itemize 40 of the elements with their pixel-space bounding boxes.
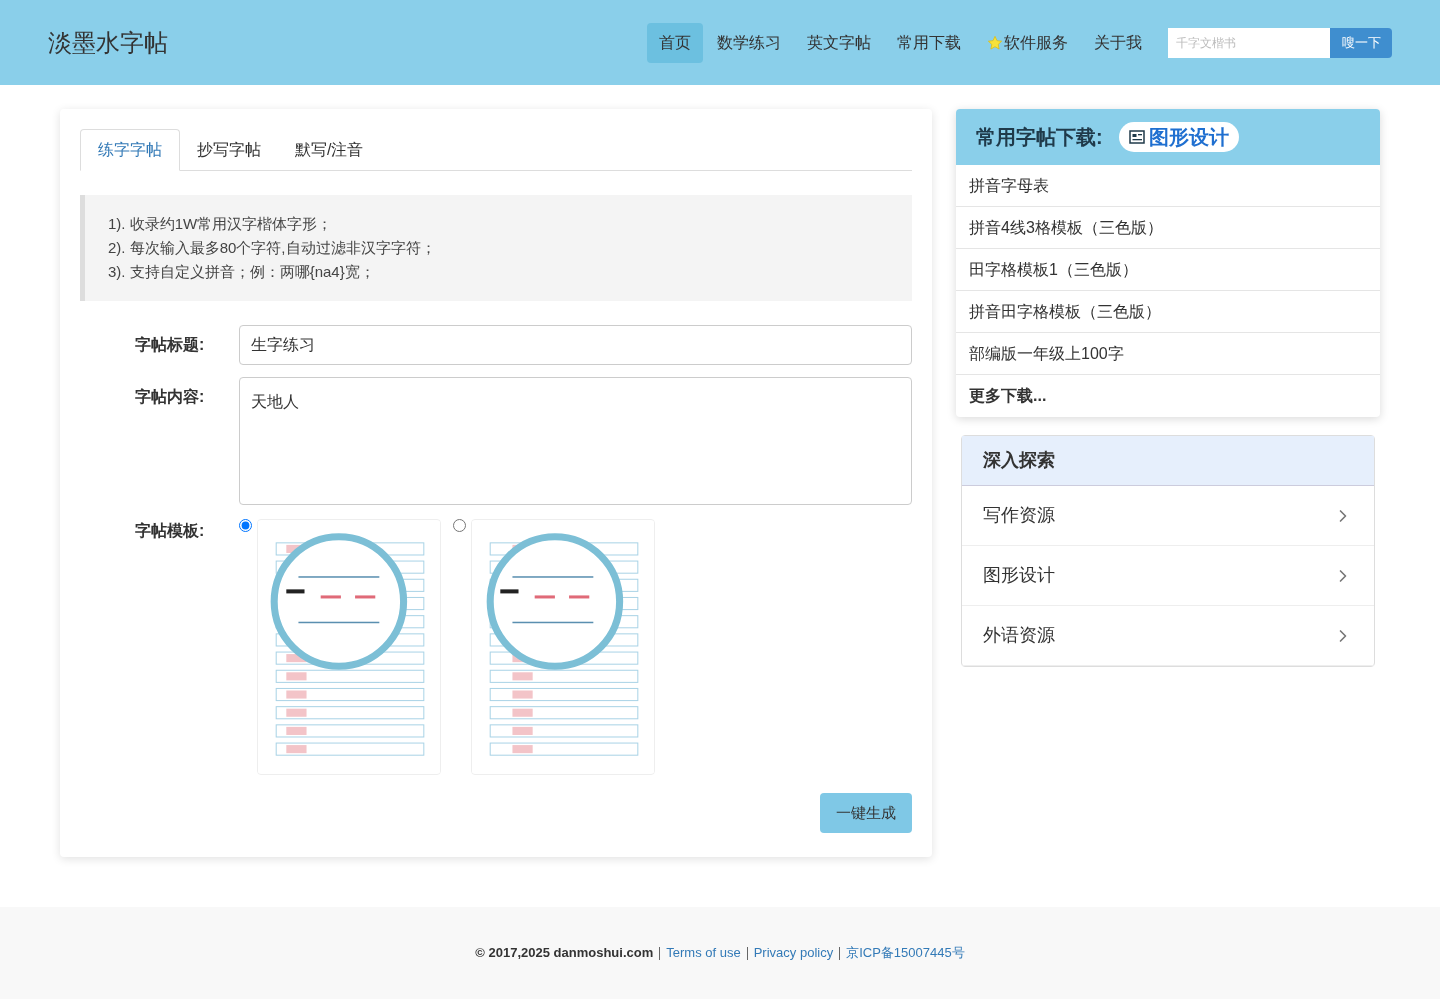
tab[interactable]: 抄写字帖 — [180, 129, 278, 171]
search-field[interactable]: 千字文楷书 — [1168, 27, 1330, 58]
nav-link[interactable]: 首页 — [647, 22, 703, 63]
more-link[interactable]: 更多下载... — [956, 375, 1380, 417]
download-link[interactable]: 拼音字母表 — [956, 165, 1380, 207]
nav-link[interactable]: 常用下载 — [885, 22, 973, 63]
content-field[interactable]: 天地人 — [239, 377, 912, 505]
explore-item[interactable]: 外语资源 — [962, 606, 1374, 666]
download-link[interactable]: 拼音4线3格模板（三色版） — [956, 207, 1380, 249]
category-badge[interactable]: 图形设计 — [1118, 122, 1239, 152]
download-link[interactable]: 部编版一年级上100字 — [956, 333, 1380, 375]
footer-link[interactable]: Terms of use — [666, 943, 741, 963]
copyright-text: © 2017,2025 danmoshui.com — [475, 944, 654, 963]
tab[interactable]: 练字字帖 — [80, 129, 180, 171]
note-text: 2). 每次输入最多80个字符,自动过滤非汉字字符； — [108, 238, 437, 258]
newspaper-icon — [1128, 130, 1145, 144]
nav-link[interactable]: 软件服务 — [975, 22, 1080, 63]
nav-link[interactable]: 英文字帖 — [795, 22, 883, 63]
search-button[interactable]: 嗖一下 — [1330, 27, 1392, 58]
generate-button[interactable]: 一键生成 — [820, 793, 912, 833]
note-text: 3). 支持自定义拼音；例：两哪{na4}宽； — [108, 262, 376, 282]
nav-link[interactable]: 关于我 — [1082, 22, 1154, 63]
card-title: 常用字帖下载: — [976, 125, 1103, 150]
panel-title: 深入探索 — [983, 449, 1055, 472]
note-text: 1). 收录约1W常用汉字楷体字形； — [108, 214, 334, 234]
template-radio[interactable] — [239, 519, 252, 532]
title-field[interactable]: 生字练习 — [239, 325, 912, 365]
template-radio[interactable] — [453, 519, 466, 532]
explore-item[interactable]: 写作资源 — [962, 486, 1374, 546]
footer-link[interactable]: Privacy policy — [753, 943, 834, 963]
footer-link[interactable]: 京ICP备15007445号 — [846, 943, 965, 963]
nav-link[interactable]: 数学练习 — [705, 22, 793, 63]
field-label: 字帖内容: — [134, 387, 206, 407]
field-label: 字帖模板: — [134, 521, 206, 541]
download-link[interactable]: 拼音田字格模板（三色版） — [956, 291, 1380, 333]
tab[interactable]: 默写/注音 — [278, 129, 381, 171]
explore-item[interactable]: 图形设计 — [962, 546, 1374, 606]
site-logo[interactable]: 淡墨水字帖 — [48, 24, 168, 61]
field-label: 字帖标题: — [134, 335, 206, 355]
download-link[interactable]: 田字格模板1（三色版） — [956, 249, 1380, 291]
